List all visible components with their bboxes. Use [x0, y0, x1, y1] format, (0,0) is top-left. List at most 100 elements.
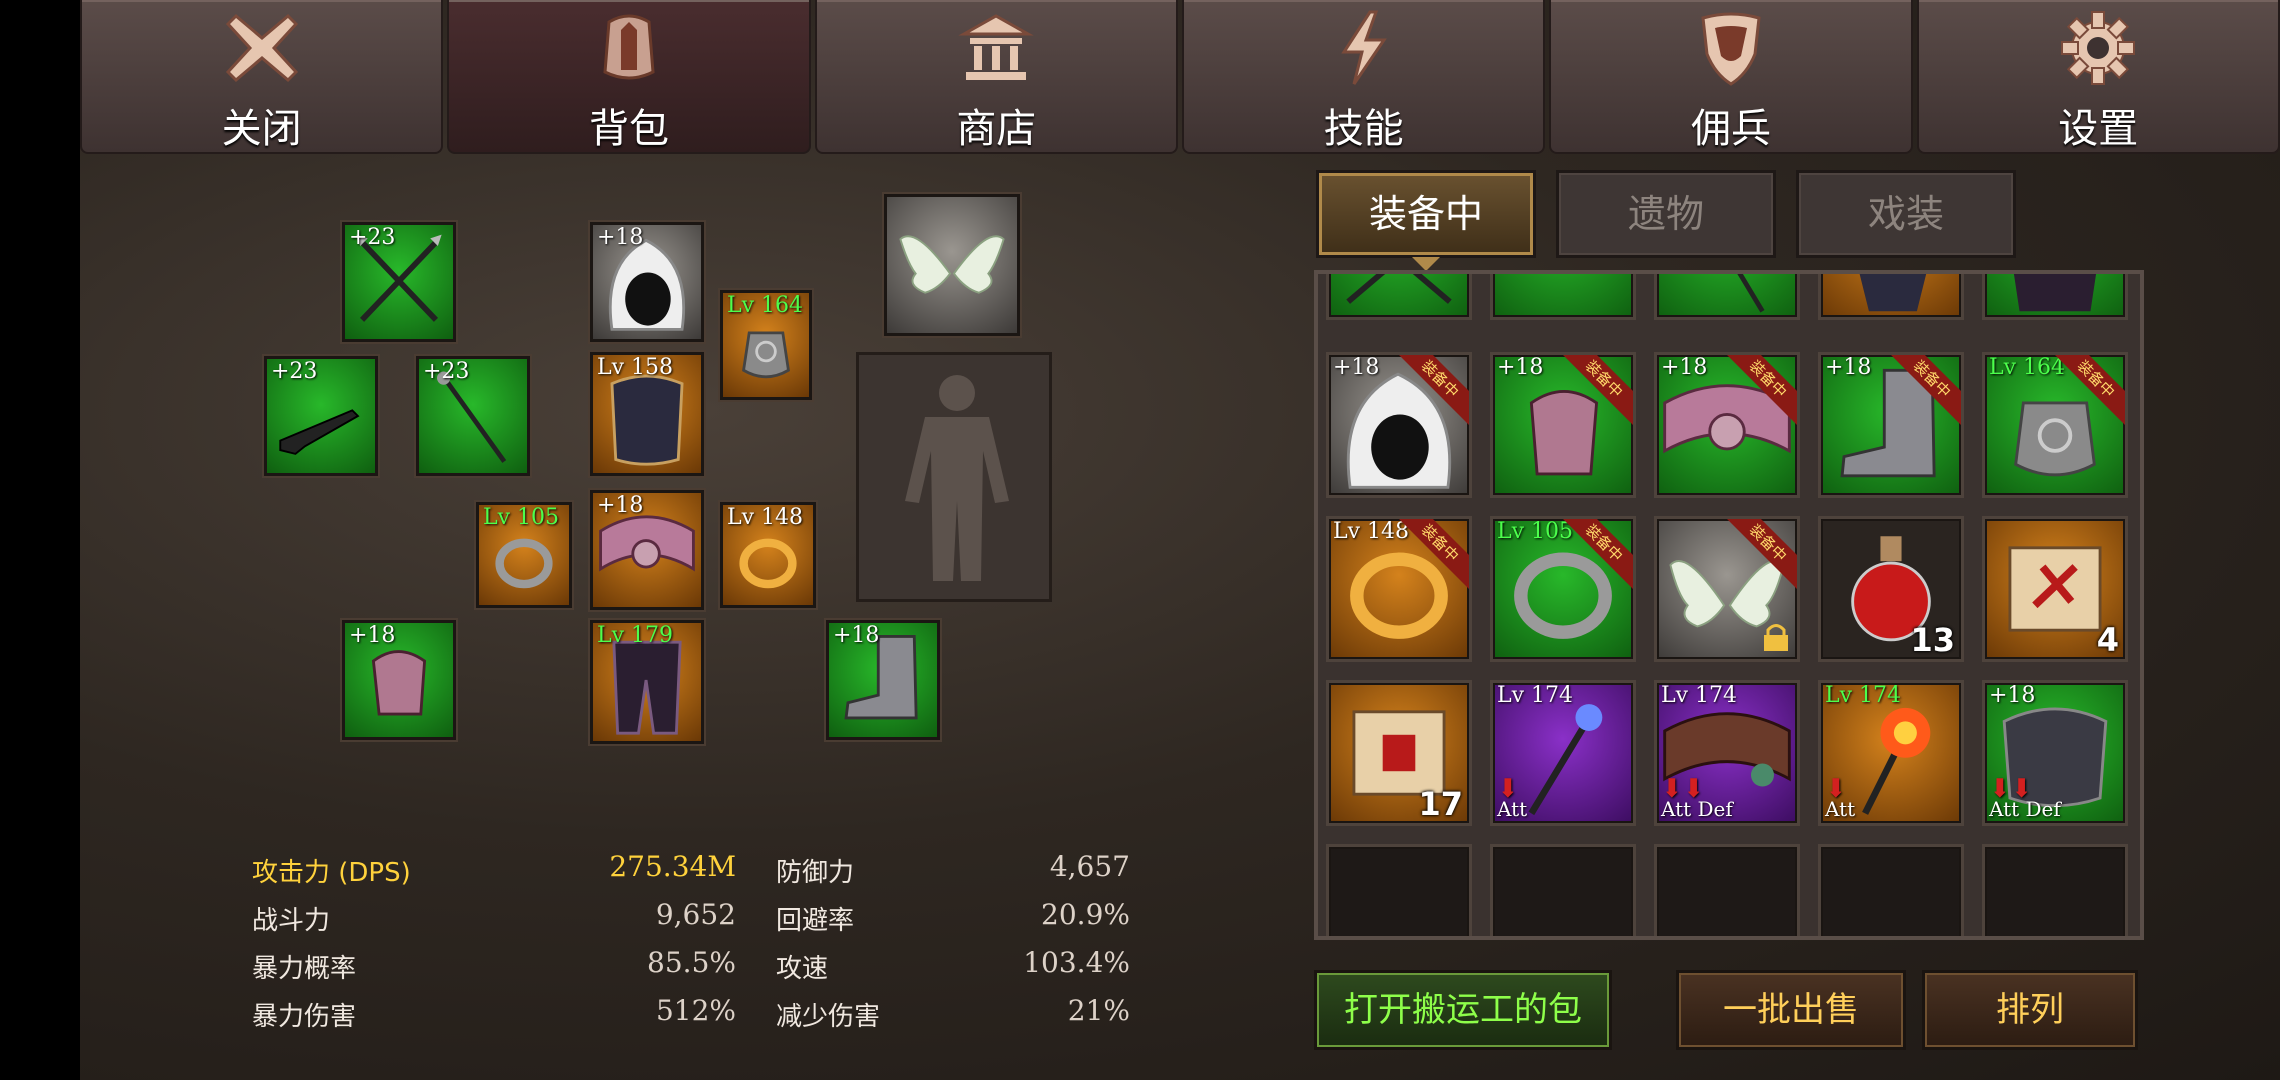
- tab-close[interactable]: 关闭: [80, 0, 444, 154]
- slot-level: +23: [423, 359, 470, 384]
- stats-panel: 攻击力 (DPS) 275.34M 战斗力 9,652 暴力概率 85.5% 暴…: [252, 850, 1132, 1052]
- helmet-slot[interactable]: +18: [590, 222, 704, 342]
- tab-shop-label: 商店: [956, 106, 1037, 152]
- inventory-item[interactable]: Lv 174 ⬇⬇ Att Def: [1654, 680, 1800, 826]
- item-level: +18: [1497, 355, 1544, 380]
- weapon-slot-rifle[interactable]: +23: [264, 356, 378, 476]
- stat-dps-label: 攻击力 (DPS): [252, 858, 411, 888]
- stat-dmg-reduce-label: 减少伤害: [776, 1002, 881, 1032]
- item-level: +18: [1825, 355, 1872, 380]
- character-silhouette: [856, 352, 1052, 602]
- inventory-item[interactable]: Lv 148 装备中: [1326, 516, 1472, 662]
- inventory-item[interactable]: 4: [1982, 516, 2128, 662]
- shield-icon: [1701, 12, 1761, 86]
- inventory-screen: 关闭 背包 商店 技能 佣兵 设置 +23 +18 Lv 164 +23 +23…: [80, 0, 2280, 1080]
- inventory-item[interactable]: Lv 105 装备中: [1490, 516, 1636, 662]
- tab-backpack[interactable]: 背包: [447, 0, 811, 154]
- stat-compare: ⬇⬇ Att Def: [1989, 774, 2061, 821]
- slot-level: +18: [597, 493, 644, 518]
- stat-defense-label: 防御力: [776, 858, 855, 888]
- inventory-item[interactable]: +18 装备中: [1326, 352, 1472, 498]
- lightning-icon: [1340, 10, 1387, 85]
- slot-level: Lv 179: [597, 623, 674, 648]
- item-count: 17: [1418, 785, 1463, 823]
- slot-level: Lv 105: [483, 505, 560, 530]
- weapon-slot-staff[interactable]: +23: [416, 356, 530, 476]
- tab-shop[interactable]: 商店: [814, 0, 1178, 154]
- tab-settings[interactable]: 设置: [1916, 0, 2280, 154]
- inventory-item[interactable]: +18 装备中: [1654, 352, 1800, 498]
- amulet-slot[interactable]: Lv 164: [720, 290, 812, 400]
- slot-level: +18: [833, 623, 880, 648]
- armor-slot[interactable]: Lv 158: [590, 352, 704, 476]
- inventory-item[interactable]: [1490, 274, 1636, 320]
- pants-slot[interactable]: Lv 179: [590, 620, 704, 744]
- inventory-item[interactable]: +18 装备中: [1490, 352, 1636, 498]
- inventory-grid[interactable]: +18 装备中 +18 装备中 +18 装备中 +18 装备中 Lv 164 装…: [1314, 270, 2144, 940]
- gear-icon: [2061, 11, 2136, 85]
- inventory-item[interactable]: Lv 174 ⬇ Att: [1818, 680, 1964, 826]
- tab-close-label: 关闭: [221, 106, 302, 152]
- tab-relics[interactable]: 遗物: [1556, 170, 1776, 258]
- boots-slot[interactable]: +18: [826, 620, 940, 740]
- tab-backpack-label: 背包: [588, 106, 669, 152]
- tab-skills[interactable]: 技能: [1181, 0, 1546, 154]
- empty-slot[interactable]: [1982, 844, 2128, 936]
- belt-slot[interactable]: +18: [590, 490, 704, 610]
- gloves-slot[interactable]: +18: [342, 620, 456, 740]
- slot-level: +18: [349, 623, 396, 648]
- tab-costume[interactable]: 戏装: [1796, 170, 2016, 258]
- inventory-item[interactable]: [1326, 274, 1472, 320]
- close-x-icon: [225, 13, 298, 83]
- tab-equipped[interactable]: 装备中: [1316, 170, 1536, 271]
- inventory-item[interactable]: +18 装备中: [1818, 352, 1964, 498]
- inventory-item[interactable]: 17: [1326, 680, 1472, 826]
- stat-compare: ⬇⬇ Att Def: [1661, 774, 1733, 821]
- sort-button[interactable]: 排列: [1922, 970, 2138, 1050]
- stat-crit-dmg-label: 暴力伤害: [252, 1002, 357, 1032]
- inventory-item[interactable]: 13: [1818, 516, 1964, 662]
- open-porter-bag-button[interactable]: 打开搬运工的包: [1314, 970, 1612, 1050]
- item-count: 4: [2096, 621, 2119, 659]
- tab-mercenary-label: 佣兵: [1690, 106, 1771, 152]
- inventory-item[interactable]: [1818, 274, 1964, 320]
- wings-slot[interactable]: [884, 194, 1020, 336]
- slot-level: +23: [349, 225, 396, 250]
- item-level: Lv 105: [1497, 519, 1574, 544]
- bulk-sell-button[interactable]: 一批出售: [1676, 970, 1906, 1050]
- item-level: +18: [1661, 355, 1708, 380]
- inventory-item[interactable]: [1982, 274, 2128, 320]
- top-nav: 关闭 背包 商店 技能 佣兵 设置: [80, 0, 2280, 154]
- inventory-item[interactable]: +18 ⬇⬇ Att Def: [1982, 680, 2128, 826]
- empty-slot[interactable]: [1490, 844, 1636, 936]
- tab-mercenary[interactable]: 佣兵: [1549, 0, 1913, 154]
- inventory-item[interactable]: Lv 164 装备中: [1982, 352, 2128, 498]
- lock-icon: [1764, 624, 1788, 651]
- down-arrow-icon: ⬇: [1825, 774, 1847, 804]
- item-level: Lv 148: [1333, 519, 1410, 544]
- down-arrow-icon: ⬇⬇: [1989, 774, 2033, 804]
- inventory-tabs: 装备中 遗物 戏装: [1316, 170, 2016, 271]
- slot-level: Lv 164: [727, 293, 804, 318]
- shop-building-icon: [958, 14, 1035, 80]
- tab-skills-label: 技能: [1323, 106, 1404, 152]
- inventory-item[interactable]: 装备中: [1654, 516, 1800, 662]
- stat-crit-rate-label: 暴力概率: [252, 954, 357, 984]
- stat-dps-value: 275.34M: [609, 850, 736, 883]
- empty-slot[interactable]: [1818, 844, 1964, 936]
- empty-slot[interactable]: [1326, 844, 1472, 936]
- stat-dmg-reduce-value: 21%: [1067, 994, 1130, 1027]
- ring-slot-left[interactable]: Lv 105: [476, 502, 572, 608]
- empty-slot[interactable]: [1654, 844, 1800, 936]
- armor-piece-icon: [1859, 274, 1927, 312]
- weapon-slot-spears[interactable]: +23: [342, 222, 456, 342]
- wings-icon: [899, 235, 1005, 294]
- inventory-item[interactable]: Lv 174 ⬇ Att: [1490, 680, 1636, 826]
- stat-crit-rate-value: 85.5%: [647, 946, 736, 979]
- stat-power-label: 战斗力: [252, 906, 331, 936]
- stat-compare: ⬇ Att: [1497, 774, 1528, 821]
- item-count: 13: [1910, 621, 1955, 659]
- ring-slot-right[interactable]: Lv 148: [720, 502, 816, 608]
- inventory-item[interactable]: [1654, 274, 1800, 320]
- item-level: Lv 164: [1989, 355, 2066, 380]
